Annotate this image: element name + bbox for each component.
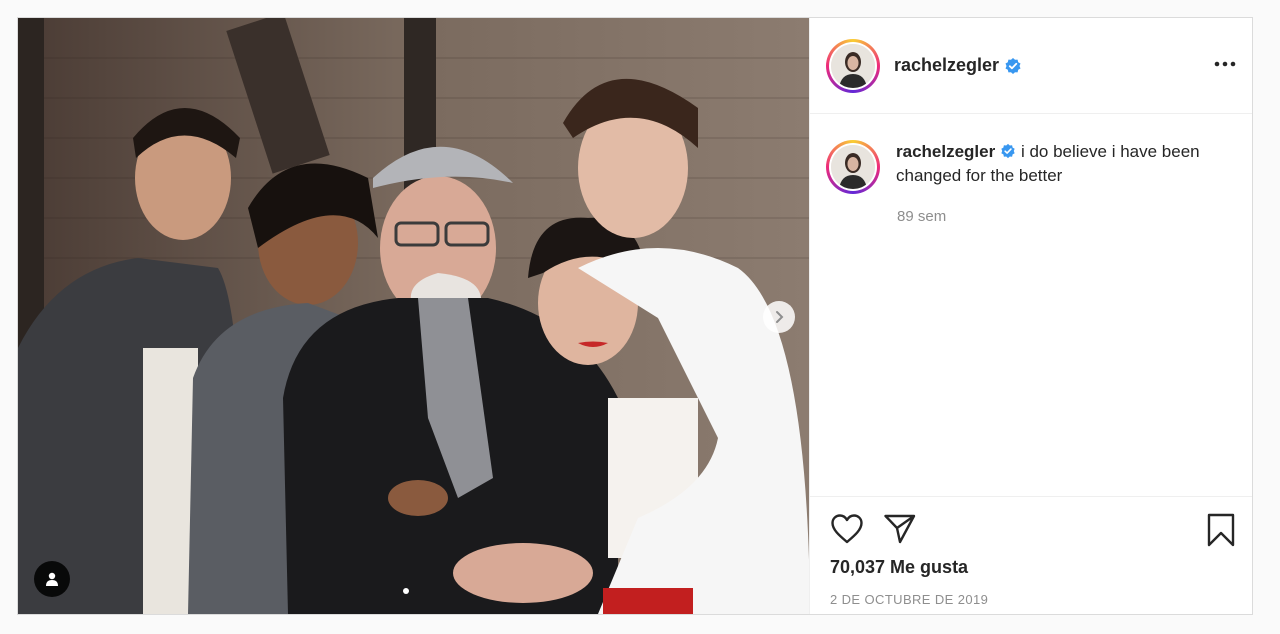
chevron-right-icon (776, 311, 784, 323)
carousel-indicator-dot (403, 588, 409, 594)
bookmark-icon (1207, 513, 1235, 547)
post-footer: 70,037 Me gusta 2 DE OCTUBRE DE 2019 (810, 496, 1252, 614)
share-button[interactable] (883, 513, 917, 550)
user-tag-icon (46, 572, 58, 586)
like-button[interactable] (830, 513, 864, 550)
next-photo-button[interactable] (763, 301, 795, 333)
verified-badge-icon (1001, 143, 1015, 159)
post-date[interactable]: 2 DE OCTUBRE DE 2019 (830, 592, 988, 607)
save-button[interactable] (1206, 513, 1236, 552)
avatar[interactable] (826, 38, 880, 93)
caption: rachelzegler i do believe i have been ch… (826, 140, 1236, 194)
comments-section: rachelzegler i do believe i have been ch… (810, 114, 1252, 496)
caption-timestamp[interactable]: 89 sem (897, 208, 1236, 225)
post-header: rachelzegler (810, 18, 1252, 114)
tagged-users-button[interactable] (34, 561, 70, 597)
paper-plane-icon (884, 514, 916, 544)
post-photo[interactable] (18, 18, 809, 614)
instagram-post: rachelzegler rachelzegler i do believe i… (17, 17, 1253, 615)
header-username[interactable]: rachelzegler (894, 55, 999, 76)
avatar-image (831, 43, 875, 88)
verified-badge-icon (1005, 57, 1021, 74)
caption-text: rachelzegler i do believe i have been ch… (896, 140, 1236, 194)
post-sidebar: rachelzegler rachelzegler i do believe i… (809, 18, 1252, 614)
caption-avatar-image (831, 145, 875, 189)
more-horizontal-icon (1214, 61, 1236, 67)
caption-avatar[interactable] (826, 140, 880, 194)
action-bar (830, 513, 1236, 547)
heart-icon (831, 514, 863, 544)
caption-username[interactable]: rachelzegler (896, 142, 995, 161)
likes-count[interactable]: 70,037 Me gusta (830, 557, 968, 578)
photo-scene (18, 18, 809, 614)
more-options-button[interactable] (1214, 50, 1236, 81)
